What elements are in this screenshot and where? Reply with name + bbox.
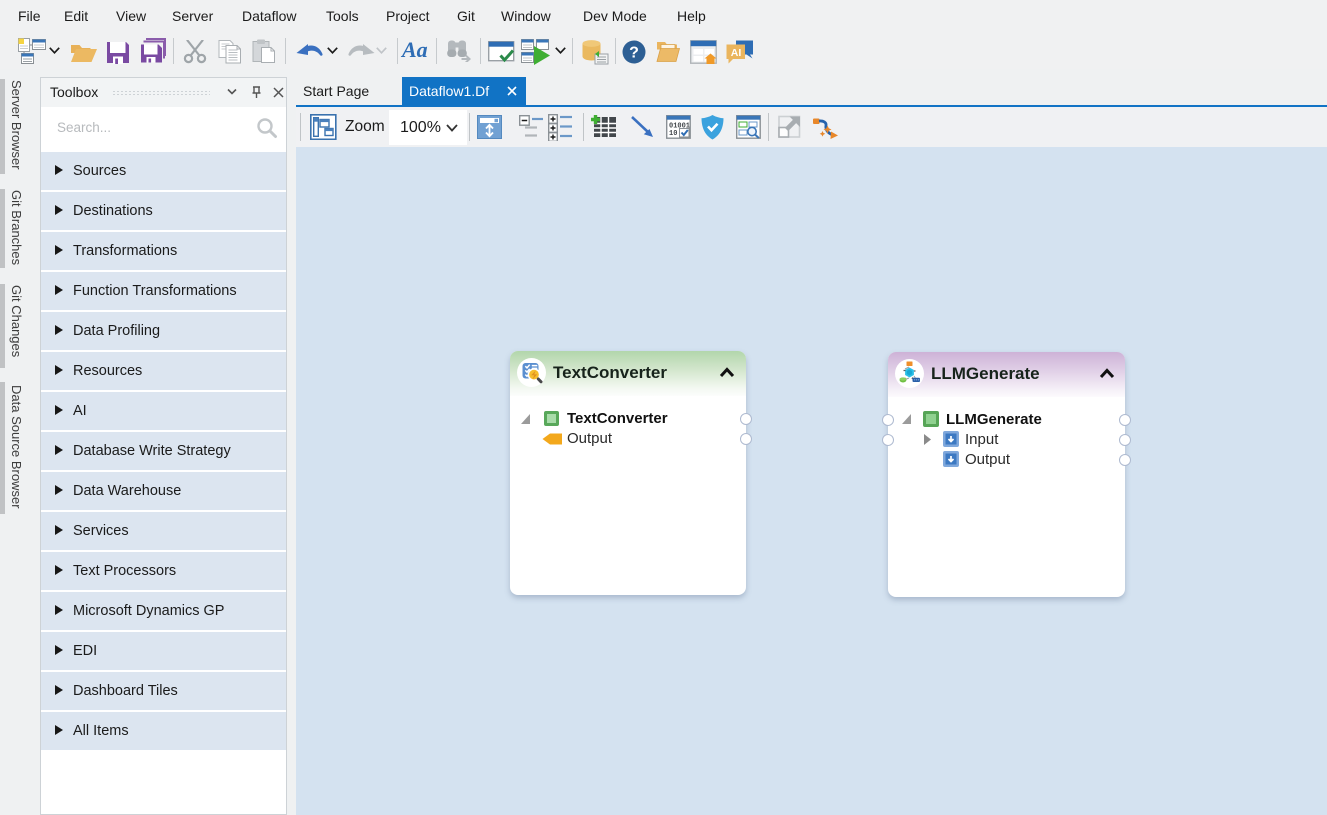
svg-text:10: 10 [669, 130, 677, 138]
svg-text:?: ? [629, 45, 639, 62]
svg-text:AI: AI [731, 47, 742, 59]
